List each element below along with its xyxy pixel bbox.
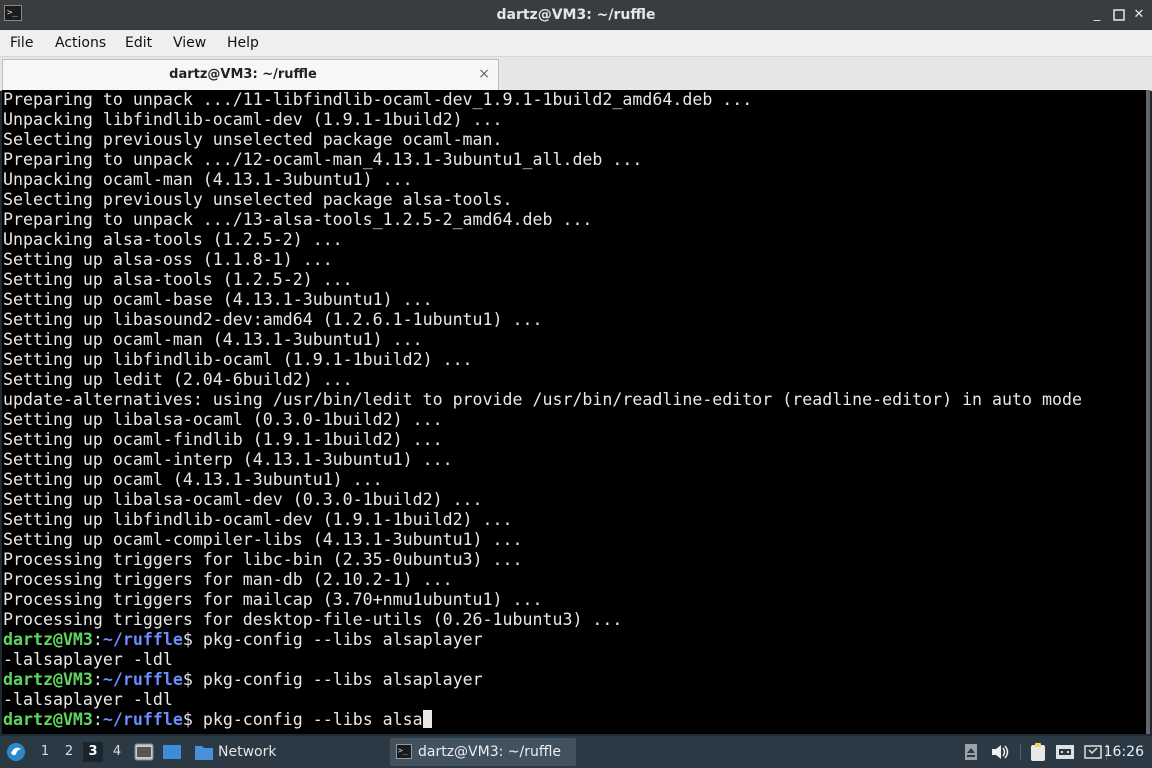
output-line: Selecting previously unselected package … bbox=[3, 190, 513, 209]
output-line: Unpacking alsa-tools (1.2.5-2) ... bbox=[3, 230, 343, 249]
text-cursor bbox=[422, 710, 432, 728]
output-line: Preparing to unpack .../11-libfindlib-oc… bbox=[3, 90, 753, 109]
current-command[interactable]: pkg-config --libs alsa bbox=[193, 710, 423, 729]
prompt-line: dartz@VM3:~/ruffle$ pkg-config --libs al… bbox=[2, 630, 1146, 650]
prompt-path: ~/ruffle bbox=[102, 670, 183, 689]
output-line: Processing triggers for mailcap (3.70+nm… bbox=[3, 590, 543, 609]
prompt-user: dartz@VM3 bbox=[3, 630, 93, 649]
close-icon[interactable]: ✕ bbox=[1130, 6, 1148, 24]
output-line: Processing triggers for libc-bin (2.35-0… bbox=[3, 550, 523, 569]
terminal-output: Preparing to unpack .../11-libfindlib-oc… bbox=[2, 90, 1146, 630]
tab-label: dartz@VM3: ~/ruffle bbox=[169, 67, 317, 82]
output-line: update-alternatives: using /usr/bin/ledi… bbox=[3, 390, 1082, 409]
prompt-path: ~/ruffle bbox=[102, 630, 183, 649]
output-line: Setting up libfindlib-ocaml-dev (1.9.1-1… bbox=[3, 510, 513, 529]
workspace-3[interactable]: 3 bbox=[83, 742, 103, 762]
terminal-icon: >_ bbox=[396, 744, 412, 759]
window-title: dartz@VM3: ~/ruffle bbox=[496, 7, 656, 23]
output-line: Setting up alsa-oss (1.1.8-1) ... bbox=[3, 250, 333, 269]
menu-actions[interactable]: Actions bbox=[55, 30, 106, 56]
prompt-colon: : bbox=[92, 710, 103, 729]
output-line: Preparing to unpack .../13-alsa-tools_1.… bbox=[3, 210, 593, 229]
prompt-user: dartz@VM3 bbox=[3, 670, 93, 689]
menu-help[interactable]: Help bbox=[227, 30, 259, 56]
output-line: Preparing to unpack .../12-ocaml-man_4.1… bbox=[3, 150, 643, 169]
taskbar: 1 2 3 4 Network >_ dartz@VM3: ~/ruffle 1… bbox=[0, 736, 1152, 768]
prompt-symbol: $ bbox=[182, 670, 193, 689]
output-line: Setting up alsa-tools (1.2.5-2) ... bbox=[3, 270, 353, 289]
workspace-2[interactable]: 2 bbox=[59, 742, 79, 762]
clock[interactable]: 16:26 bbox=[1104, 736, 1144, 768]
menu-view[interactable]: View bbox=[173, 30, 206, 56]
terminal-launcher-icon[interactable] bbox=[134, 743, 154, 761]
command-text: pkg-config --libs alsaplayer bbox=[192, 630, 483, 649]
output-line: Unpacking ocaml-man (4.13.1-3ubuntu1) ..… bbox=[3, 170, 413, 189]
output-line: Setting up libfindlib-ocaml (1.9.1-1buil… bbox=[3, 350, 473, 369]
prompt-path: ~/ruffle bbox=[102, 710, 183, 729]
output-line: Setting up libasound2-dev:amd64 (1.2.6.1… bbox=[3, 310, 543, 329]
prompt-symbol: $ bbox=[182, 710, 193, 729]
workspace-1[interactable]: 1 bbox=[35, 742, 55, 762]
clipboard-icon[interactable] bbox=[1028, 742, 1048, 762]
eject-icon[interactable] bbox=[963, 742, 979, 762]
output-line: Selecting previously unselected package … bbox=[3, 130, 503, 149]
output-line: Setting up ocaml-man (4.13.1-3ubuntu1) .… bbox=[3, 330, 423, 349]
network-icon[interactable] bbox=[1055, 742, 1075, 762]
prompt-colon: : bbox=[92, 630, 103, 649]
terminal-view[interactable]: Preparing to unpack .../11-libfindlib-oc… bbox=[2, 90, 1150, 734]
tray-separator bbox=[1020, 744, 1021, 760]
command-output-line: -lalsaplayer -ldl bbox=[3, 650, 173, 669]
start-menu-icon[interactable] bbox=[6, 742, 26, 761]
folder-icon bbox=[194, 743, 214, 761]
volume-icon[interactable] bbox=[990, 742, 1010, 762]
show-desktop-icon[interactable] bbox=[162, 743, 182, 761]
output-line: Setting up ocaml (4.13.1-3ubuntu1) ... bbox=[3, 470, 383, 489]
prompt-user: dartz@VM3 bbox=[3, 710, 93, 729]
menu-edit[interactable]: Edit bbox=[125, 30, 152, 56]
output-line: Setting up ocaml-compiler-libs (4.13.1-3… bbox=[3, 530, 523, 549]
output-line: Unpacking libfindlib-ocaml-dev (1.9.1-1b… bbox=[3, 110, 503, 129]
menubar: File Actions Edit View Help bbox=[0, 30, 1152, 57]
output-line: Setting up libalsa-ocaml (0.3.0-1build2)… bbox=[3, 410, 443, 429]
workspace-4[interactable]: 4 bbox=[107, 742, 127, 762]
task-terminal[interactable]: >_ dartz@VM3: ~/ruffle bbox=[390, 738, 576, 766]
minimize-icon[interactable]: _ bbox=[1088, 6, 1106, 24]
output-line: Setting up ocaml-base (4.13.1-3ubuntu1) … bbox=[3, 290, 433, 309]
output-line: Setting up ocaml-interp (4.13.1-3ubuntu1… bbox=[3, 450, 453, 469]
task-terminal-label: dartz@VM3: ~/ruffle bbox=[418, 744, 562, 760]
output-line: Setting up libalsa-ocaml-dev (0.3.0-1bui… bbox=[3, 490, 483, 509]
prompt-colon: : bbox=[92, 670, 103, 689]
window-titlebar[interactable]: >_ dartz@VM3: ~/ruffle _ ✕ bbox=[0, 0, 1152, 30]
current-prompt-line[interactable]: dartz@VM3:~/ruffle$ pkg-config --libs al… bbox=[2, 710, 1146, 730]
output-line: Processing triggers for man-db (2.10.2-1… bbox=[3, 570, 453, 589]
menu-file[interactable]: File bbox=[10, 30, 33, 56]
prompt-line: dartz@VM3:~/ruffle$ pkg-config --libs al… bbox=[2, 670, 1146, 690]
terminal-session: dartz@VM3:~/ruffle$ pkg-config --libs al… bbox=[2, 630, 1146, 710]
network-task-label[interactable]: Network bbox=[218, 736, 276, 768]
prompt-symbol: $ bbox=[182, 630, 193, 649]
tab-bar: dartz@VM3: ~/ruffle × bbox=[0, 57, 1152, 91]
tab-close-icon[interactable]: × bbox=[478, 66, 490, 82]
output-line: Setting up ledit (2.04-6build2) ... bbox=[3, 370, 353, 389]
command-output-line: -lalsaplayer -ldl bbox=[3, 690, 173, 709]
output-line: Processing triggers for desktop-file-uti… bbox=[3, 610, 623, 629]
tab-terminal[interactable]: dartz@VM3: ~/ruffle × bbox=[2, 59, 499, 90]
command-text: pkg-config --libs alsaplayer bbox=[192, 670, 483, 689]
notifications-icon[interactable] bbox=[1083, 742, 1103, 762]
output-line: Setting up ocaml-findlib (1.9.1-1build2)… bbox=[3, 430, 443, 449]
maximize-icon[interactable] bbox=[1110, 6, 1128, 24]
